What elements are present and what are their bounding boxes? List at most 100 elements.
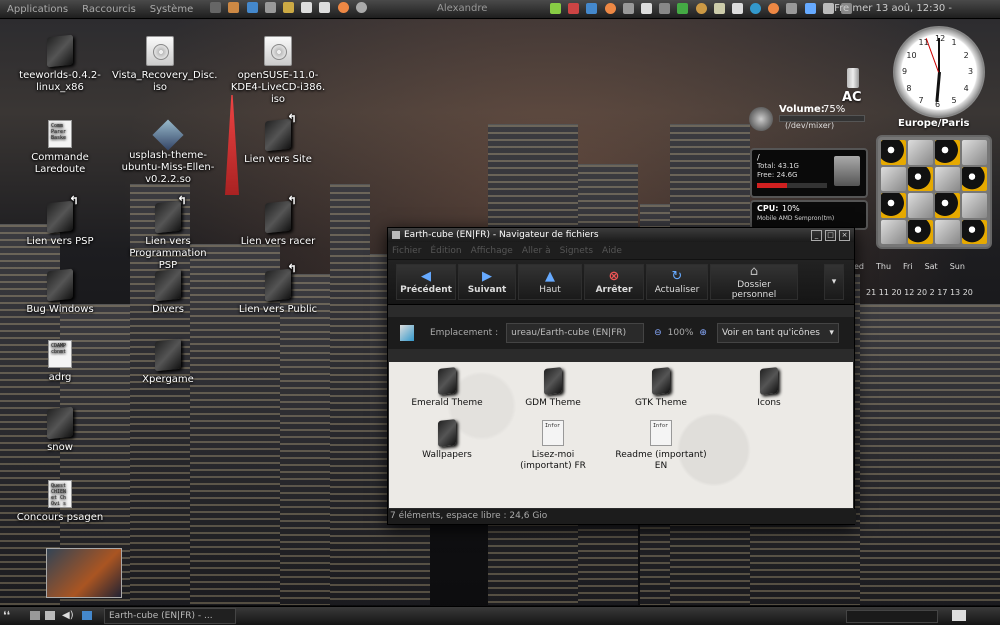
app-launcher-icon[interactable] [301,2,313,13]
puzzle-tile[interactable] [962,140,987,165]
zoom-in-icon[interactable]: ⊕ [699,328,707,338]
desktop-icon[interactable]: Vista_Recovery_Disc. iso [112,36,217,94]
puzzle-tile[interactable] [908,140,933,165]
speaker-icon[interactable]: ◀) [62,610,74,621]
menu-raccourcis[interactable]: Raccourcis [75,4,143,15]
desktop-icon[interactable]: ↰ Lien vers Programmation PSP [120,193,216,272]
minimize-button[interactable]: _ [811,229,822,241]
edit-location-icon[interactable] [400,325,414,341]
desktop-icon[interactable]: Divers [120,268,216,316]
reload-button[interactable]: ↻ Actualiser [646,264,708,300]
panel-clock[interactable]: Fre mer 13 aoû, 12:30 - [834,3,952,14]
app-launcher-icon[interactable] [713,3,725,14]
file-item[interactable]: Infor Readme (important) EN [611,420,711,472]
app-launcher-icon[interactable] [786,3,798,14]
menu-systeme[interactable]: Système [143,4,200,15]
terminal-icon[interactable] [210,2,222,13]
app-launcher-icon[interactable] [677,3,689,14]
menu-fichier[interactable]: Fichier [392,246,421,256]
desktop-icon[interactable]: ↰ Lien vers Public [230,261,326,316]
app-launcher-icon[interactable] [804,3,816,14]
app-launcher-icon[interactable] [264,2,276,13]
forward-button[interactable]: ▶ Suivant [458,264,516,300]
firefox-icon[interactable] [604,3,616,14]
menu-edition[interactable]: Édition [430,246,461,256]
file-item[interactable]: Wallpapers [397,419,497,461]
app-launcher-icon[interactable] [695,3,707,14]
menu-signets[interactable]: Signets [560,246,593,256]
trash-icon[interactable] [952,610,966,621]
app-launcher-icon[interactable] [82,611,92,620]
desktop-icon[interactable]: ↰ Lien vers racer [230,193,326,248]
back-button[interactable]: ◀ Précédent [396,264,456,300]
puzzle-tile[interactable] [935,193,960,218]
puzzle-tile[interactable] [962,193,987,218]
puzzle-tile[interactable] [935,219,960,244]
stop-button[interactable]: ⊗ Arrêter [584,264,644,300]
file-item[interactable]: GTK Theme [611,367,711,409]
app-launcher-icon[interactable] [568,3,580,14]
app-launcher-icon[interactable] [550,3,561,14]
puzzle-tile[interactable] [881,219,906,244]
show-desktop-icon[interactable] [30,611,40,620]
workspace-thumbnail[interactable] [46,548,122,598]
desktop-icon[interactable]: usplash-theme- ubuntu-Miss-Ellen- v0.2.2… [120,119,216,186]
app-launcher-icon[interactable] [246,2,258,13]
desktop-icon[interactable]: Bug Windows [12,268,108,316]
volume-widget[interactable]: Volume: 75% (/dev/mixer) [749,104,869,134]
mail-icon[interactable] [282,2,294,13]
taskbar-button[interactable]: Earth-cube (EN|FR) - ... [104,608,236,624]
puzzle-tile[interactable] [935,140,960,165]
desktop-icon[interactable]: snow [12,406,108,454]
desktop-icon[interactable]: Xpergame [120,338,216,386]
desktop-icon[interactable]: ↰ Lien vers PSP [12,193,108,248]
app-launcher-icon[interactable] [45,611,55,620]
app-launcher-icon[interactable] [640,3,652,14]
menu-aide[interactable]: Aide [602,246,622,256]
analog-clock-widget[interactable]: 12 1 2 3 4 5 6 7 8 9 10 11 [893,26,985,118]
app-launcher-icon[interactable] [659,3,671,14]
app-launcher-icon[interactable] [622,3,634,14]
view-mode-select[interactable]: Voir en tant qu'icônes ▾ [716,323,839,343]
home-button[interactable]: ⌂ Dossier personnel [710,264,798,300]
user-name[interactable]: Alexandre [437,3,487,14]
lifebuoy-icon[interactable] [337,2,349,13]
maximize-button[interactable]: □ [825,229,836,241]
file-view[interactable]: Emerald Theme GDM Theme GTK Theme Icons Wall… [389,362,853,508]
app-launcher-icon[interactable] [586,3,598,14]
file-manager-window[interactable]: Earth-cube (EN|FR) - Navigateur de fichi… [387,227,856,525]
desktop-icon[interactable]: openSUSE-11.0- KDE4-LiveCD-i386. iso [230,36,326,106]
firefox-icon[interactable] [768,3,780,14]
desktop-icon[interactable]: teeworlds-0.4.2- linux_x86 [12,34,108,94]
file-item[interactable]: Icons [719,367,819,409]
window-titlebar[interactable]: Earth-cube (EN|FR) - Navigateur de fichi… [388,228,854,242]
gear-icon[interactable] [319,2,331,13]
menu-affichage[interactable]: Affichage [471,246,513,256]
puzzle-tile[interactable] [962,219,987,244]
quote-icon[interactable]: ❛❛ [3,609,10,622]
puzzle-tile[interactable] [908,193,933,218]
zoom-out-icon[interactable]: ⊖ [654,328,662,338]
desktop-icon[interactable]: Comm Parer Baske Commande Laredoute [12,120,108,176]
file-item[interactable]: GDM Theme [503,367,603,409]
file-item[interactable]: Infor Lisez-moi (important) FR [503,420,603,472]
app-launcher-icon[interactable] [731,3,743,14]
workspace-switcher[interactable] [846,610,938,623]
puzzle-tile[interactable] [881,166,906,191]
app-launcher-icon[interactable] [228,2,240,13]
desktop-icon[interactable]: ↰ Lien vers Site [230,111,326,166]
puzzle-tile[interactable] [908,166,933,191]
toolbar-overflow-button[interactable]: ▾ [824,264,844,300]
puzzle-tile[interactable] [935,166,960,191]
app-launcher-icon[interactable] [822,3,834,14]
puzzle-tile[interactable] [881,140,906,165]
up-button[interactable]: ▲ Haut [518,264,582,300]
close-button[interactable]: × [839,229,850,241]
menu-aller-a[interactable]: Aller à [522,246,551,256]
puzzle-tile[interactable] [881,193,906,218]
penguin-puzzle-widget[interactable] [876,135,992,249]
desktop-icon[interactable]: Quest CHIEN et Ch Ovi s Concours psagen [12,480,108,524]
desktop-icon[interactable]: CDAMP cbnmt adrg [12,340,108,384]
gear-icon[interactable] [355,2,367,13]
skype-icon[interactable] [750,3,762,14]
